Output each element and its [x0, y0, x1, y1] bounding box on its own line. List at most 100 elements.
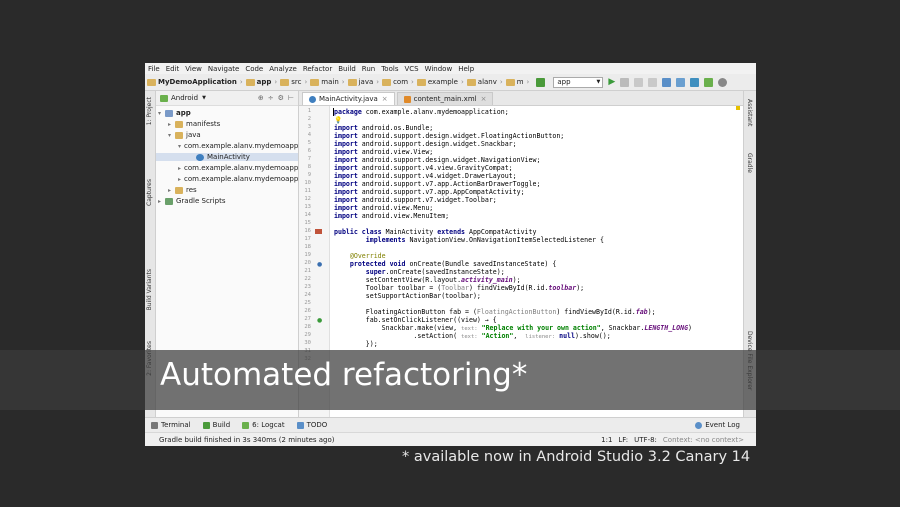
- tool-window-captures[interactable]: Captures: [146, 179, 153, 206]
- menu-analyze[interactable]: Analyze: [269, 65, 297, 73]
- close-icon[interactable]: ×: [382, 95, 388, 103]
- todo-icon: [296, 421, 304, 429]
- menu-vcs[interactable]: VCS: [404, 65, 418, 73]
- folder-icon: [505, 78, 515, 86]
- search-icon[interactable]: [718, 77, 728, 87]
- android-icon[interactable]: [704, 77, 714, 87]
- tool-window-build[interactable]: Build: [202, 421, 230, 429]
- breadcrumb-m[interactable]: m ›: [505, 78, 530, 86]
- tab-content-main[interactable]: content_main.xml ×: [396, 92, 494, 105]
- line-number: 30: [304, 340, 311, 346]
- line-number: 20: [304, 260, 311, 266]
- profile-icon[interactable]: [634, 77, 644, 87]
- line-number: 24: [304, 292, 311, 298]
- breadcrumb-main[interactable]: main ›: [310, 78, 345, 86]
- class-gutter-icon[interactable]: [315, 229, 322, 234]
- breadcrumb-src[interactable]: src ›: [280, 78, 307, 86]
- debug-icon[interactable]: [620, 77, 630, 87]
- line-number: 4: [307, 132, 311, 138]
- menu-navigate[interactable]: Navigate: [208, 65, 239, 73]
- code-line: import android.view.Menu;: [334, 204, 434, 212]
- code-line: import android.support.v4.view.GravityCo…: [334, 164, 513, 172]
- chevron-right-icon: ›: [499, 78, 503, 86]
- menu-window[interactable]: Window: [425, 65, 453, 73]
- tree-item-gradle-scripts[interactable]: ▸ Gradle Scripts: [158, 197, 225, 205]
- folder-icon: [310, 78, 320, 86]
- tree-item-package-androidtest[interactable]: ▸com.example.alanv.mydemoapplication (an…: [178, 164, 298, 172]
- lightbulb-icon[interactable]: 💡: [334, 116, 342, 124]
- context-indicator: Context: <no context>: [662, 435, 744, 444]
- menu-build[interactable]: Build: [338, 65, 356, 73]
- run-configuration-select[interactable]: app ▼: [553, 76, 604, 88]
- breadcrumb-alanv[interactable]: alanv ›: [466, 78, 503, 86]
- tool-window-project[interactable]: 1: Project: [146, 97, 153, 125]
- tool-window-build-variants[interactable]: Build Variants: [146, 269, 153, 310]
- breadcrumb-project[interactable]: MyDemoApplication ›: [147, 78, 243, 86]
- tree-item-package-test[interactable]: ▸com.example.alanv.mydemoapplication (te…: [178, 175, 298, 183]
- menu-edit[interactable]: Edit: [166, 65, 180, 73]
- menu-refactor[interactable]: Refactor: [303, 65, 332, 73]
- menu-code[interactable]: Code: [245, 65, 263, 73]
- class-icon: [196, 153, 204, 161]
- gear-icon[interactable]: ⚙: [278, 94, 284, 102]
- code-line: package com.example.alanv.mydemoapplicat…: [334, 108, 509, 116]
- menu-run[interactable]: Run: [362, 65, 375, 73]
- avd-manager-icon[interactable]: [676, 77, 686, 87]
- breadcrumb-app[interactable]: app ›: [245, 78, 277, 86]
- hide-icon[interactable]: ⊢: [288, 94, 294, 102]
- menu-view[interactable]: View: [185, 65, 202, 73]
- project-view-select[interactable]: Android: [171, 94, 198, 102]
- scroll-from-source-icon[interactable]: ⊕: [258, 94, 264, 102]
- collapse-all-icon[interactable]: ÷: [268, 94, 274, 102]
- tree-item-app[interactable]: ▾ app: [158, 109, 191, 117]
- tool-window-todo[interactable]: TODO: [296, 421, 327, 429]
- hammer-icon[interactable]: [536, 77, 546, 87]
- tree-item-mainactivity[interactable]: MainActivity: [156, 153, 298, 161]
- module-icon: [165, 109, 173, 117]
- tool-window-event-log[interactable]: Event Log: [695, 421, 740, 429]
- breadcrumb-java[interactable]: java ›: [347, 78, 379, 86]
- line-number: 22: [304, 276, 311, 282]
- chevron-right-icon: ▸: [168, 120, 172, 128]
- sdk-manager-icon[interactable]: [690, 77, 700, 87]
- line-number: 21: [304, 268, 311, 274]
- tool-window-assistant[interactable]: Assistant: [746, 99, 753, 126]
- sync-icon[interactable]: [662, 77, 672, 87]
- tree-item-java[interactable]: ▾ java: [168, 131, 201, 139]
- tree-item-res[interactable]: ▸ res: [168, 186, 197, 194]
- lambda-gutter-icon[interactable]: ●: [317, 317, 322, 324]
- folder-icon: [416, 78, 426, 86]
- tool-window-gradle[interactable]: Gradle: [746, 153, 753, 173]
- caret-position[interactable]: 1:1: [601, 436, 612, 444]
- folder-icon: [382, 78, 392, 86]
- run-icon[interactable]: ▶: [608, 77, 615, 87]
- chevron-right-icon: ›: [526, 78, 530, 86]
- tool-window-terminal[interactable]: Terminal: [151, 421, 191, 429]
- tool-window-logcat[interactable]: 6: Logcat: [242, 421, 285, 429]
- status-message[interactable]: Gradle build finished in 3s 340ms (2 min…: [159, 436, 335, 444]
- chevron-down-icon[interactable]: ▼: [202, 95, 206, 101]
- tree-item-manifests[interactable]: ▸ manifests: [168, 120, 220, 128]
- line-number: 25: [304, 300, 311, 306]
- menu-tools[interactable]: Tools: [381, 65, 398, 73]
- line-number: 17: [304, 236, 311, 242]
- override-gutter-icon[interactable]: ●: [317, 261, 322, 268]
- layout-icon: [403, 95, 411, 103]
- line-number: 16: [304, 228, 311, 234]
- line-number: 18: [304, 244, 311, 250]
- menu-help[interactable]: Help: [458, 65, 474, 73]
- file-encoding[interactable]: UTF-8:: [634, 436, 657, 444]
- code-line: });: [365, 340, 378, 348]
- line-number: 7: [307, 156, 311, 162]
- line-separator[interactable]: LF:: [618, 436, 628, 444]
- tree-item-package-main[interactable]: ▾com.example.alanv.mydemoapplication: [178, 142, 298, 150]
- folder-icon: [466, 78, 476, 86]
- chevron-down-icon: ▾: [178, 142, 182, 150]
- menu-file[interactable]: File: [148, 65, 160, 73]
- tab-mainactivity[interactable]: MainActivity.java ×: [302, 92, 395, 105]
- close-icon[interactable]: ×: [481, 95, 487, 103]
- stop-icon[interactable]: [648, 77, 658, 87]
- breadcrumb-example[interactable]: example ›: [416, 78, 464, 86]
- chevron-right-icon: ›: [411, 78, 414, 86]
- breadcrumb-com[interactable]: com ›: [382, 78, 414, 86]
